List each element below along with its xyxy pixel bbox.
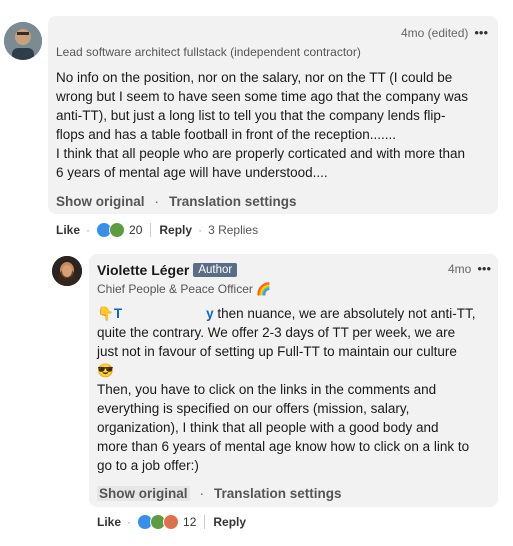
- replies-count-link[interactable]: 3 Replies: [208, 223, 258, 237]
- comment-line: anti-TT), but just a long list to tell y…: [56, 108, 446, 123]
- reply-line: 😎: [97, 363, 114, 378]
- translation-settings-button[interactable]: Translation settings: [214, 486, 342, 501]
- reply-line: Then, you have to click on the links in …: [97, 382, 437, 397]
- timestamp: 4mo: [448, 261, 472, 276]
- separator-dot: ·: [154, 194, 160, 209]
- translation-actions: Show original · Translation settings: [97, 486, 342, 501]
- more-horizontal-icon[interactable]: •••: [474, 25, 488, 40]
- author-badge: Author: [193, 263, 238, 277]
- author-headline: Chief People & Peace Officer 🌈: [97, 282, 272, 296]
- translation-settings-button[interactable]: Translation settings: [169, 194, 297, 209]
- comment-line: I think that all people who are properly…: [56, 146, 465, 161]
- reply-button[interactable]: Reply: [213, 515, 246, 529]
- comment-line: 6 years of mental age will have understo…: [56, 165, 328, 180]
- mention-end[interactable]: y: [206, 306, 214, 321]
- separator-dot: ·: [127, 515, 132, 529]
- avatar-photo: [52, 256, 82, 286]
- author-headline: Lead software architect fullstack (indep…: [56, 45, 361, 59]
- more-horizontal-icon[interactable]: •••: [477, 261, 491, 276]
- point-down-icon: 👇: [97, 306, 114, 321]
- translation-actions: Show original · Translation settings: [56, 194, 297, 209]
- love-reaction-icon: [163, 514, 180, 530]
- comment-line: flops and has a table football in front …: [56, 127, 396, 142]
- mention-start[interactable]: T: [114, 306, 122, 321]
- divider: [204, 515, 206, 529]
- comment-meta: 4mo (edited) •••: [401, 25, 488, 40]
- like-button[interactable]: Like: [97, 515, 121, 529]
- reply-button[interactable]: Reply: [159, 223, 192, 237]
- reaction-icons[interactable]: [137, 514, 180, 530]
- author-name[interactable]: Violette Léger: [97, 262, 189, 278]
- reaction-count[interactable]: 12: [183, 515, 196, 529]
- comment-text: No info on the position, nor on the sala…: [56, 68, 496, 182]
- separator-dot: ·: [199, 486, 205, 501]
- social-actions: Like · 20 Reply · 3 Replies: [56, 222, 258, 238]
- reaction-icons[interactable]: [96, 222, 126, 238]
- comment-line: No info on the position, nor on the sala…: [56, 70, 453, 85]
- reply-line: go to a job offer:): [97, 458, 199, 473]
- separator-dot: ·: [198, 223, 203, 237]
- reply-line: quite the contrary. We offer 2-3 days of…: [97, 325, 456, 340]
- divider: [150, 223, 152, 237]
- comment-line: wrong but I seem to have seen some time …: [56, 89, 468, 104]
- reply-line-rest: then nuance, we are absolutely not anti-…: [213, 306, 476, 321]
- reply-meta: 4mo •••: [448, 261, 491, 276]
- reply-line: 👇T y then nuance, we are absolutely not a…: [97, 304, 492, 323]
- timestamp: 4mo (edited): [401, 25, 469, 40]
- reply-line: more than 6 years of mental age know how…: [97, 439, 470, 454]
- reply-avatar[interactable]: [52, 256, 82, 286]
- show-original-button[interactable]: Show original: [56, 194, 145, 209]
- avatar[interactable]: [4, 22, 42, 60]
- reply-line: organization), I think that all people w…: [97, 420, 439, 435]
- reply-line: just not in favour of setting up Full-TT…: [97, 344, 457, 359]
- reply-social-actions: Like · 12 Reply: [97, 514, 246, 530]
- reply-author-row: Violette Léger Author: [97, 262, 238, 278]
- avatar-photo: [4, 22, 42, 60]
- show-original-button[interactable]: Show original: [97, 486, 190, 501]
- celebrate-reaction-icon: [109, 222, 126, 238]
- reply-line: everything is specified on our offers (m…: [97, 401, 410, 416]
- reaction-count[interactable]: 20: [129, 223, 142, 237]
- like-button[interactable]: Like: [56, 223, 80, 237]
- reply-text: 👇T y then nuance, we are absolutely not a…: [97, 304, 492, 475]
- separator-dot: ·: [86, 223, 91, 237]
